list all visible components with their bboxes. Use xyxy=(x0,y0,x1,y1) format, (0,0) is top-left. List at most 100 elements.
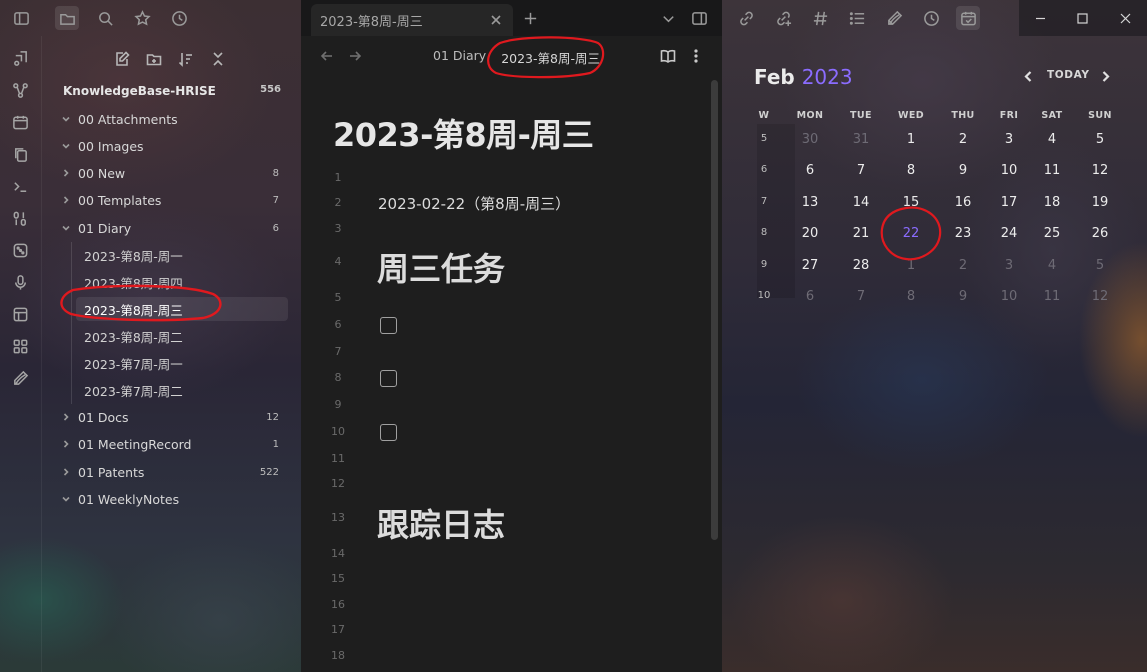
calendar-day[interactable]: 3 xyxy=(989,258,1029,273)
close-icon[interactable] xyxy=(489,13,503,27)
calendar-day[interactable]: 7 xyxy=(841,163,881,178)
binary-icon[interactable] xyxy=(9,207,31,229)
split-view-icon[interactable] xyxy=(687,6,711,30)
terminal-icon[interactable] xyxy=(9,175,31,197)
collapse-icon[interactable] xyxy=(207,48,229,70)
calendar-day[interactable]: 16 xyxy=(943,195,983,210)
file-item[interactable]: 2023-第7周-周二 xyxy=(76,378,288,402)
heading-log[interactable]: 跟踪日志 xyxy=(377,500,505,546)
chevron-down-icon[interactable] xyxy=(656,6,680,30)
calendar-day[interactable]: 30 xyxy=(790,132,830,147)
calendar-day[interactable]: 11 xyxy=(1032,163,1072,178)
week-number[interactable]: 9 xyxy=(744,259,784,270)
calendar-day[interactable]: 15 xyxy=(891,195,931,210)
calendar-day[interactable]: 31 xyxy=(841,132,881,147)
calendar-day[interactable]: 10 xyxy=(989,289,1029,304)
new-note-icon[interactable] xyxy=(111,48,133,70)
list-icon[interactable] xyxy=(845,6,869,30)
breadcrumb-folder[interactable]: 01 Diary xyxy=(433,48,486,67)
calendar-day[interactable]: 5 xyxy=(1080,258,1120,273)
note-title[interactable]: 2023-第8周-周三 xyxy=(333,110,594,156)
calendar-day[interactable]: 8 xyxy=(891,289,931,304)
folder-01-docs[interactable]: 01 Docs 12 xyxy=(59,405,281,429)
week-number[interactable]: 8 xyxy=(744,227,784,238)
layout-icon[interactable] xyxy=(9,303,31,325)
file-item[interactable]: 2023-第8周-周四 xyxy=(76,270,288,294)
vault-header[interactable]: KnowledgeBase-HRISE 556 xyxy=(63,84,281,98)
folder-00-attachments[interactable]: 00 Attachments xyxy=(59,107,281,131)
calendar-day[interactable]: 1 xyxy=(891,132,931,147)
calendar-day[interactable]: 2 xyxy=(943,258,983,273)
folder-01-patents[interactable]: 01 Patents 522 xyxy=(59,460,281,484)
new-folder-icon[interactable] xyxy=(143,48,165,70)
calendar-day[interactable]: 24 xyxy=(989,226,1029,241)
star-icon[interactable] xyxy=(130,6,154,30)
file-item[interactable]: 2023-第7周-周一 xyxy=(76,351,288,375)
folder-01-weeklynotes[interactable]: 01 WeeklyNotes xyxy=(59,487,281,511)
calendar-day[interactable]: 18 xyxy=(1032,195,1072,210)
more-options-icon[interactable] xyxy=(686,46,706,66)
calendar-day[interactable]: 2 xyxy=(943,132,983,147)
calendar-day[interactable]: 4 xyxy=(1032,132,1072,147)
week-number[interactable]: 5 xyxy=(744,133,784,144)
link-add-icon[interactable] xyxy=(771,6,795,30)
pen-icon[interactable] xyxy=(882,6,906,30)
prev-month-icon[interactable] xyxy=(1020,68,1036,84)
graph-view-icon[interactable] xyxy=(9,79,31,101)
calendar-day[interactable]: 5 xyxy=(1080,132,1120,147)
calendar-day[interactable]: 9 xyxy=(943,163,983,178)
folder-icon[interactable] xyxy=(55,6,79,30)
calendar-day[interactable]: 4 xyxy=(1032,258,1072,273)
tab-active-note[interactable]: 2023-第8周-周三 xyxy=(311,4,513,36)
folder-01-diary[interactable]: 01 Diary 6 xyxy=(59,216,281,240)
folder-01-meetingrecord[interactable]: 01 MeetingRecord 1 xyxy=(59,432,281,456)
calendar-icon[interactable] xyxy=(9,111,31,133)
folder-00-templates[interactable]: 00 Templates 7 xyxy=(59,188,281,212)
maximize-icon[interactable] xyxy=(1062,0,1105,36)
sort-icon[interactable] xyxy=(175,48,197,70)
calendar-day[interactable]: 14 xyxy=(841,195,881,210)
calendar-day[interactable]: 12 xyxy=(1080,289,1120,304)
copy-icon[interactable] xyxy=(9,143,31,165)
next-month-icon[interactable] xyxy=(1097,68,1113,84)
calendar-day[interactable]: 20 xyxy=(790,226,830,241)
heading-tasks[interactable]: 周三任务 xyxy=(377,244,505,290)
calendar-day[interactable]: 6 xyxy=(790,289,830,304)
pen-icon[interactable] xyxy=(9,367,31,389)
templates-icon[interactable] xyxy=(9,335,31,357)
file-item[interactable]: 2023-第8周-周二 xyxy=(76,324,288,348)
calendar-day[interactable]: 25 xyxy=(1032,226,1072,241)
graph-link-icon[interactable] xyxy=(9,47,31,69)
calendar-day[interactable]: 7 xyxy=(841,289,881,304)
clock-icon[interactable] xyxy=(167,6,191,30)
calendar-icon[interactable] xyxy=(956,6,980,30)
reading-view-icon[interactable] xyxy=(658,46,678,66)
calendar-day[interactable]: 11 xyxy=(1032,289,1072,304)
week-number[interactable]: 10 xyxy=(744,290,784,301)
file-item-selected[interactable]: 2023-第8周-周三 xyxy=(76,297,288,321)
search-icon[interactable] xyxy=(93,6,117,30)
calendar-day[interactable]: 23 xyxy=(943,226,983,241)
folder-00-new[interactable]: 00 New 8 xyxy=(59,161,281,185)
clock-icon[interactable] xyxy=(919,6,943,30)
link-icon[interactable] xyxy=(734,6,758,30)
task-checkbox[interactable] xyxy=(380,317,397,334)
calendar-day-today[interactable]: 22 xyxy=(891,226,931,241)
task-checkbox[interactable] xyxy=(380,370,397,387)
week-number[interactable]: 7 xyxy=(744,196,784,207)
forward-arrow-icon[interactable] xyxy=(345,46,365,66)
calendar-day[interactable]: 26 xyxy=(1080,226,1120,241)
calendar-day[interactable]: 28 xyxy=(841,258,881,273)
calendar-day[interactable]: 6 xyxy=(790,163,830,178)
microphone-icon[interactable] xyxy=(9,271,31,293)
calendar-day[interactable]: 27 xyxy=(790,258,830,273)
file-item[interactable]: 2023-第8周-周一 xyxy=(76,243,288,267)
calendar-day[interactable]: 8 xyxy=(891,163,931,178)
folder-00-images[interactable]: 00 Images xyxy=(59,134,281,158)
week-number[interactable]: 6 xyxy=(744,164,784,175)
minimize-icon[interactable] xyxy=(1019,0,1062,36)
back-arrow-icon[interactable] xyxy=(317,46,337,66)
new-tab-icon[interactable] xyxy=(518,6,542,30)
calendar-day[interactable]: 3 xyxy=(989,132,1029,147)
editor-scrollbar[interactable] xyxy=(711,80,718,540)
